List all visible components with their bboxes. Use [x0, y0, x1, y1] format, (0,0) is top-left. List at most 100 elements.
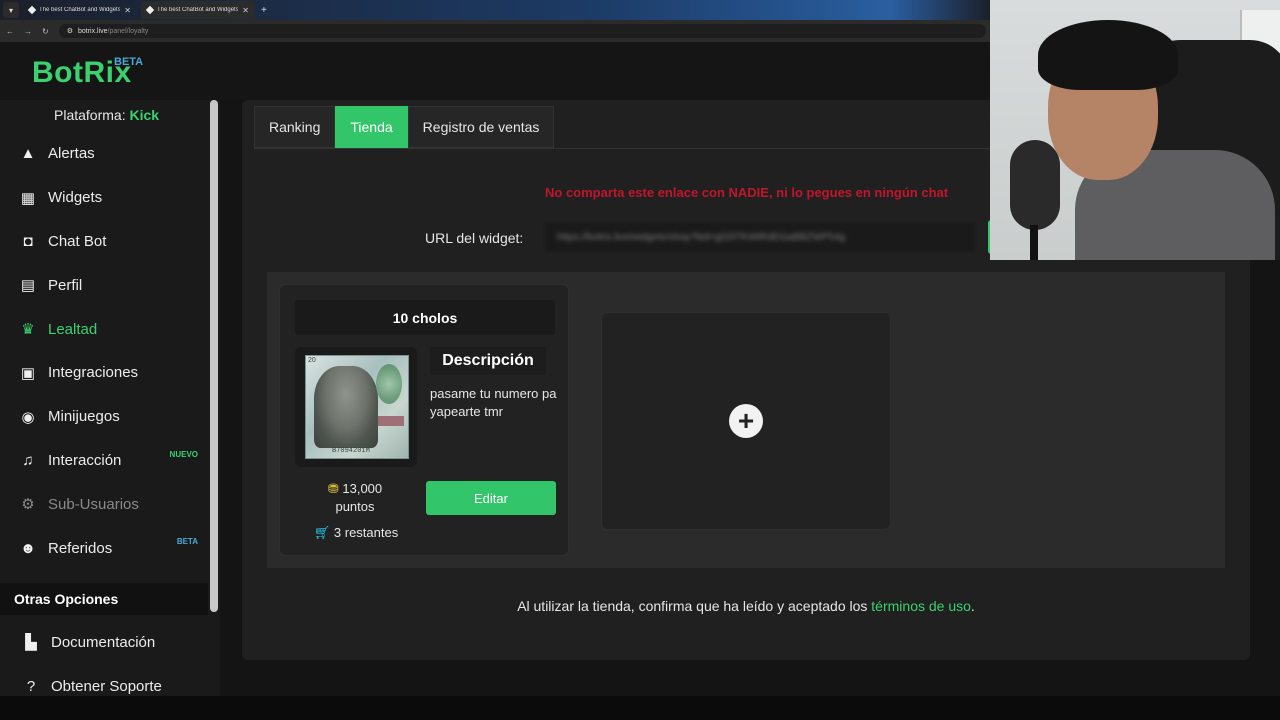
favicon-icon — [27, 5, 37, 15]
new-badge: NUEVO — [169, 449, 198, 459]
question-circle-icon: ? — [26, 677, 36, 695]
book-icon: ▙ — [25, 634, 37, 651]
sidebar-item-documentacion[interactable]: ▙ Documentación — [0, 620, 208, 664]
sidebar-item-label: Minijuegos — [48, 408, 120, 426]
new-tab-icon[interactable]: + — [261, 5, 267, 16]
browser-tab-2[interactable]: The best ChatBot and Widgets ✕ — [141, 1, 255, 19]
item-price: ⛃ 13,000 puntos — [305, 480, 405, 516]
tab-title: The best ChatBot and Widgets — [39, 7, 121, 13]
shop-items-area: 10 cholos 20 B7094201M Descripción pasam… — [267, 272, 1225, 568]
description-title: Descripción — [430, 347, 546, 375]
sidebar-item-sub-usuarios[interactable]: ⚙ Sub-Usuarios — [0, 482, 208, 526]
sidebar-item-label: Alertas — [48, 145, 95, 163]
banknote-stripe — [378, 416, 404, 426]
beta-badge: BETA — [176, 537, 198, 547]
terms-end: . — [970, 598, 975, 614]
sidebar-item-label: Sub-Usuarios — [48, 495, 139, 513]
sidebar: Plataforma: Kick ▲ Alertas ▦ Widgets ◘ C… — [0, 100, 220, 696]
coins-icon: ⛃ — [327, 481, 339, 496]
banknote-serial: B7094201M — [332, 447, 370, 455]
terms-link[interactable]: términos de uso — [871, 598, 971, 614]
sidebar-item-widgets[interactable]: ▦ Widgets — [0, 176, 208, 220]
close-tab-icon[interactable]: ✕ — [242, 6, 249, 15]
item-title: 10 cholos — [295, 300, 555, 335]
sidebar-item-label: Widgets — [48, 189, 103, 207]
app-header: BotRix BETA — [0, 42, 990, 100]
shop-item-card: 10 cholos 20 B7094201M Descripción pasam… — [279, 284, 569, 556]
sidebar-item-label: Obtener Soporte — [51, 677, 162, 695]
price-value: 13,000 — [342, 481, 383, 496]
link-warning: No comparta este enlace con NADIE, ni lo… — [545, 185, 949, 200]
sidebar-item-referidos[interactable]: ☻ Referidos BETA — [0, 526, 208, 570]
gears-icon: ⚙ — [21, 496, 35, 514]
sidebar-other-nav: ▙ Documentación ? Obtener Soporte — [0, 620, 208, 708]
portrait-figure — [314, 366, 378, 448]
sidebar-item-integraciones[interactable]: ▣ Integraciones — [0, 351, 208, 395]
tab-ranking[interactable]: Ranking — [254, 106, 336, 148]
sidebar-scrollbar-thumb[interactable] — [210, 100, 218, 612]
url-path: /panel/loyalty — [107, 27, 149, 35]
reload-icon[interactable]: ↻ — [42, 27, 49, 36]
description-text: pasame tu numero pa yapearte tmr — [430, 386, 557, 419]
tab-title: The best ChatBot and Widgets — [157, 7, 239, 13]
webcam-overlay — [990, 0, 1280, 260]
sidebar-item-label: Lealtad — [48, 320, 98, 338]
sidebar-item-alertas[interactable]: ▲ Alertas — [0, 132, 208, 176]
forward-icon[interactable]: → — [24, 27, 32, 36]
gamepad-icon: ◉ — [21, 408, 35, 426]
robot-icon: ◘ — [23, 232, 33, 250]
terms-text: Al utilizar la tienda, confirma que ha l… — [517, 598, 868, 614]
webcam-microphone — [1010, 140, 1060, 230]
tab-registro-de-ventas[interactable]: Registro de ventas — [407, 106, 555, 148]
address-bar[interactable]: ⚙ botrix.live/panel/loyalty — [58, 24, 986, 38]
add-item-card[interactable]: + — [601, 312, 891, 530]
plus-circle-icon[interactable]: + — [729, 404, 763, 438]
banknote-image: 20 B7094201M — [305, 355, 409, 459]
sidebar-item-label: Referidos — [48, 539, 113, 557]
users-icon: ☻ — [20, 539, 36, 557]
close-tab-icon[interactable]: ✕ — [124, 6, 131, 15]
loyalty-tabs: Ranking Tienda Registro de ventas — [254, 106, 555, 148]
bottom-bar — [0, 696, 1280, 720]
edit-button[interactable]: Editar — [426, 481, 556, 515]
browser-tab-1[interactable]: The best ChatBot and Widgets ✕ — [23, 1, 137, 19]
sidebar-item-chat-bot[interactable]: ◘ Chat Bot — [0, 220, 208, 264]
tab-list-icon[interactable]: ▾ — [3, 2, 19, 18]
grid-icon: ▦ — [20, 189, 36, 207]
url-host: botrix.live — [77, 27, 108, 35]
widget-url-field[interactable]: https://botrix.live/widgets/shop?bid=gD2… — [542, 220, 978, 254]
warning-icon: ▲ — [20, 145, 36, 163]
stock-remaining: 3 restantes — [333, 525, 399, 540]
tab-tienda[interactable]: Tienda — [335, 106, 408, 148]
music-icon: ♫ — [22, 451, 34, 469]
sidebar-item-interaccion[interactable]: ♫ Interacción NUEVO — [0, 439, 208, 483]
sidebar-item-label: Chat Bot — [48, 232, 107, 250]
price-unit: puntos — [335, 499, 375, 514]
sidebar-item-label: Perfil — [48, 276, 83, 294]
sidebar-nav: ▲ Alertas ▦ Widgets ◘ Chat Bot ▤ Perfil … — [0, 132, 208, 570]
site-info-icon[interactable]: ⚙ — [67, 27, 73, 35]
platform-indicator: Plataforma: Kick — [54, 107, 159, 123]
webcam-person-hair — [1038, 20, 1178, 90]
browser-toolbar: ← → ↻ ⚙ botrix.live/panel/loyalty — [0, 20, 990, 42]
terms-notice: Al utilizar la tienda, confirma que ha l… — [242, 598, 1250, 614]
section-title-otras-opciones: Otras Opciones — [0, 583, 208, 615]
sidebar-item-label: Documentación — [51, 633, 156, 651]
chat-square-icon: ▣ — [20, 364, 36, 382]
back-icon[interactable]: ← — [6, 27, 14, 36]
sidebar-item-minijuegos[interactable]: ◉ Minijuegos — [0, 395, 208, 439]
webcam-mic-arm — [1030, 225, 1038, 260]
sidebar-item-label: Integraciones — [48, 364, 139, 382]
sidebar-item-perfil[interactable]: ▤ Perfil — [0, 263, 208, 307]
screen: ▾ The best ChatBot and Widgets ✕ The bes… — [0, 0, 1280, 720]
sidebar-item-lealtad[interactable]: ♛ Lealtad — [0, 307, 208, 351]
widget-url-label: URL del widget: — [425, 230, 524, 246]
favicon-icon — [145, 5, 155, 15]
sidebar-item-label: Interacción — [48, 451, 122, 469]
beta-badge: BETA — [114, 56, 144, 68]
browser-tabbar: ▾ The best ChatBot and Widgets ✕ The bes… — [0, 0, 990, 20]
id-card-icon: ▤ — [20, 277, 36, 295]
item-image: 20 B7094201M — [295, 347, 417, 467]
cart-icon: 🛒︎ — [313, 525, 331, 540]
banknote-seal — [376, 364, 402, 404]
